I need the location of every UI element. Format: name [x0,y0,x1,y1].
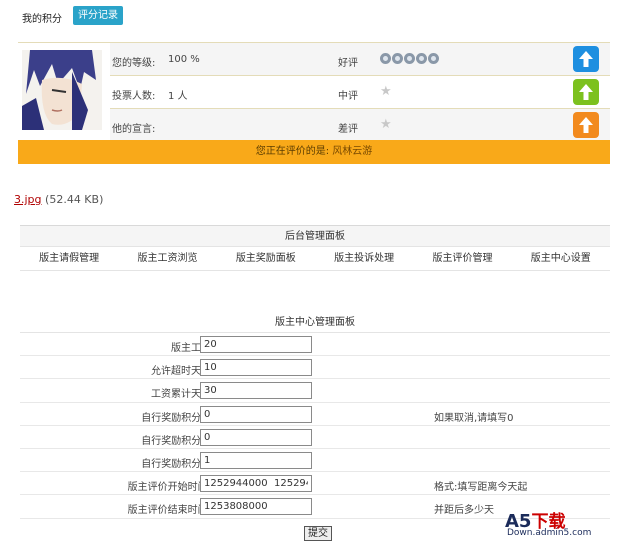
nav-center-settings[interactable]: 版主中心设置 [512,247,610,270]
nav-evaluation-management[interactable]: 版主评价管理 [413,247,511,270]
form-row: 自行奖励积分2: [20,426,610,449]
watermark-url: Down.admin5.com [507,528,592,538]
overtime-days-input[interactable] [200,359,312,377]
rating-star-icon [404,53,415,64]
empty-star-icon: ★ [380,84,392,99]
form-row: 工资累计天数 [20,379,610,403]
nav-leave-management[interactable]: 版主请假管理 [20,247,118,270]
rating-star-icon [392,53,403,64]
banner-target-name: 风林云游 [332,146,373,157]
my-rating-label: 我的积分 [22,14,62,25]
good-rating-label: 好评 [338,58,358,69]
eval-end-input[interactable] [200,498,312,516]
attachment-size: (52.44 KB) [45,193,104,206]
reward-points-3-input[interactable] [200,451,312,469]
avatar [22,50,102,130]
admin-panel-title: 后台管理面板 [20,225,610,247]
attachment-link[interactable]: 3.jpg [14,193,42,206]
good-rating-stars [380,53,440,65]
profile-row-motto: 他的宣言: 差评 ★ [110,109,610,142]
profile-panel: 您的等级: 100 % 好评 投票人数: 1 人 中评 ★ 他的宣言: 差评 ★ [18,42,610,142]
anime-avatar-image [22,50,102,130]
reward-points-2-input[interactable] [200,428,312,446]
salary-input[interactable] [200,336,312,353]
bad-rating-label: 差评 [338,124,358,135]
rating-star-icon [380,53,391,64]
level-label: 您的等级: [112,58,156,69]
vote-neutral-button[interactable] [573,79,599,105]
form-row: 自行奖励积分3: [20,449,610,473]
vote-good-button[interactable] [573,46,599,72]
form-row: 版主工资 [20,333,610,357]
arrow-up-icon [573,79,599,105]
banner-prefix: 您正在评价的是: [255,146,330,157]
admin-nav: 版主请假管理 版主工资浏览 版主奖励面板 版主投诉处理 版主评价管理 版主中心设… [20,247,610,271]
attachment: 3.jpg (52.44 KB) [14,193,103,206]
eval-start-label: 版主评价开始时间: [127,482,211,494]
rate-records-button[interactable]: 评分记录 [73,6,123,25]
empty-star-icon: ★ [380,117,392,132]
form-row: 自行奖励积分1: 如果取消,请填写0 [20,403,610,426]
neutral-rating-label: 中评 [338,91,358,102]
nav-salary-browse[interactable]: 版主工资浏览 [118,247,216,270]
arrow-up-icon [573,46,599,72]
reward-points-1-input[interactable] [200,405,312,423]
rating-star-icon [428,53,439,64]
eval-end-label: 版主评价结束时间: [127,505,211,517]
rating-star-icon [416,53,427,64]
vote-bad-button[interactable] [573,112,599,138]
reward-points-1-note: 如果取消,请填写0 [434,412,514,424]
eval-end-note: 并距后多少天 [434,505,494,517]
site-watermark: A5下载 Down.admin5.com [505,507,591,538]
form-row: 允许超时天数 [20,356,610,380]
voters-label: 投票人数: [112,91,156,102]
arrow-up-icon [573,112,599,138]
profile-row-level: 您的等级: 100 % 好评 [110,43,610,76]
level-value: 100 % [168,54,200,65]
voters-value: 1 人 [168,91,188,102]
admin-panel: 后台管理面板 版主请假管理 版主工资浏览 版主奖励面板 版主投诉处理 版主评价管… [20,225,610,271]
nav-reward-panel[interactable]: 版主奖励面板 [217,247,315,270]
rating-target-banner: 您正在评价的是: 风林云游 [18,140,610,164]
nav-complaint-handling[interactable]: 版主投诉处理 [315,247,413,270]
eval-start-input[interactable] [200,475,312,493]
center-settings-form: 版主中心管理面板 版主工资 允许超时天数 工资累计天数 自行奖励积分1: 如果取… [20,313,610,541]
motto-label: 他的宣言: [112,124,156,135]
salary-days-input[interactable] [200,382,312,400]
profile-row-voters: 投票人数: 1 人 中评 ★ [110,76,610,109]
form-row: 版主评价开始时间: 格式:填写距离今天起 [20,472,610,496]
top-bar: 我的积分 评分记录 [0,0,619,36]
submit-button[interactable]: 提交 [304,526,332,541]
form-title: 版主中心管理面板 [20,313,610,333]
eval-start-note: 格式:填写距离今天起 [434,482,528,494]
